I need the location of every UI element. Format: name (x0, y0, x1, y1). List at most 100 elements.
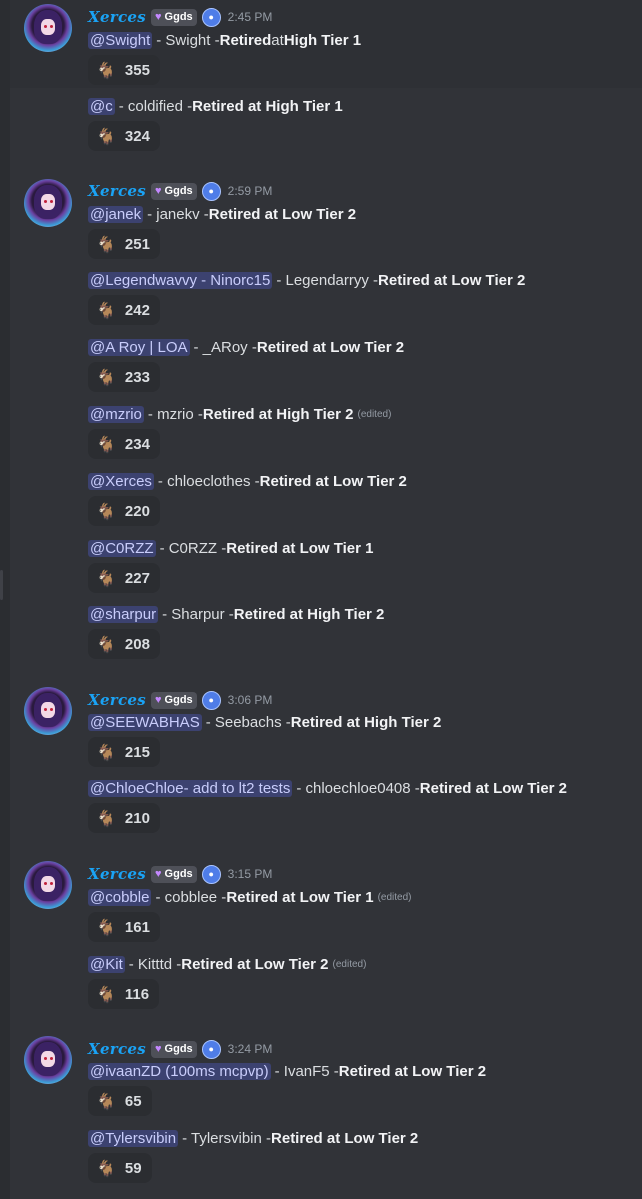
reaction-button[interactable]: 🐐 116 (88, 979, 160, 1009)
app-badge-icon[interactable]: ● (201, 864, 221, 884)
message-text: @Legendwavvy - Ninorc15 - Legendarryy - … (88, 271, 526, 289)
reaction-button[interactable]: 🐐 208 (88, 629, 160, 659)
timestamp[interactable]: 3:06 PM (228, 693, 273, 707)
username[interactable]: Xerces (88, 691, 146, 709)
user-mention[interactable]: @mzrio (88, 405, 144, 423)
message-text: @SEEWABHAS - Seebachs - Retired at High … (88, 713, 442, 731)
username[interactable]: Xerces (88, 8, 146, 26)
user-mention[interactable]: @SEEWABHAS (88, 713, 202, 731)
guild-tag[interactable]: ♥ Ggds (151, 691, 197, 709)
message-header: Xerces ♥ Ggds ● 3:06 PM (88, 689, 272, 711)
message-header: Xerces ♥ Ggds ● 2:45 PM (88, 6, 272, 28)
user-mention[interactable]: @Swight (88, 31, 153, 49)
reaction-button[interactable]: 🐐 59 (88, 1153, 152, 1183)
goat-emoji: 🐐 (96, 1158, 116, 1178)
timestamp[interactable]: 2:45 PM (228, 10, 273, 24)
user-mention[interactable]: @Tylersvibin (88, 1129, 179, 1147)
scroll-indicator[interactable] (0, 570, 3, 600)
goat-emoji: 🐐 (96, 917, 116, 937)
reaction-button[interactable]: 🐐 220 (88, 496, 160, 526)
message-text: @A Roy | LOA - _ARoy - Retired at Low Ti… (88, 338, 405, 356)
message-text: @Swight - Swight - Retired at High Tier … (88, 31, 362, 49)
user-mention[interactable]: @cobble (88, 888, 152, 906)
reaction-button[interactable]: 🐐 324 (88, 121, 160, 151)
reaction-button[interactable]: 🐐 234 (88, 429, 160, 459)
guild-tag[interactable]: ♥ Ggds (151, 182, 197, 200)
guild-tag[interactable]: ♥ Ggds (151, 1040, 197, 1058)
user-mention[interactable]: @A Roy | LOA (88, 338, 190, 356)
avatar[interactable] (24, 4, 72, 52)
goat-emoji: 🐐 (96, 984, 116, 1004)
avatar[interactable] (24, 687, 72, 735)
avatar[interactable] (24, 861, 72, 909)
timestamp[interactable]: 3:15 PM (228, 867, 273, 881)
goat-emoji: 🐐 (96, 568, 116, 588)
reaction-button[interactable]: 🐐 242 (88, 295, 160, 325)
avatar[interactable] (24, 179, 72, 227)
reaction-count: 220 (124, 502, 150, 520)
message-text: @ivaanZD (100ms mcpvp) - IvanF5 - Retire… (88, 1062, 487, 1080)
goat-emoji: 🐐 (96, 367, 116, 387)
heart-icon: ♥ (155, 1043, 162, 1055)
message-text: @C0RZZ - C0RZZ - Retired at Low Tier 1 (88, 539, 374, 557)
reaction-button[interactable]: 🐐 355 (88, 55, 160, 85)
message-text: @mzrio - mzrio - Retired at High Tier 2(… (88, 405, 392, 423)
reaction-count: 161 (124, 918, 150, 936)
app-badge-icon[interactable]: ● (201, 690, 221, 710)
user-mention[interactable]: @janek (88, 205, 144, 223)
reaction-count: 324 (124, 127, 150, 145)
user-mention[interactable]: @Xerces (88, 472, 154, 490)
goat-emoji: 🐐 (96, 634, 116, 654)
username[interactable]: Xerces (88, 1040, 146, 1058)
guild-tag[interactable]: ♥ Ggds (151, 8, 197, 26)
goat-emoji: 🐐 (96, 1091, 116, 1111)
goat-emoji: 🐐 (96, 742, 116, 762)
edited-label: (edited) (377, 891, 412, 903)
goat-emoji: 🐐 (96, 808, 116, 828)
reaction-count: 116 (124, 985, 150, 1003)
goat-emoji: 🐐 (96, 126, 116, 146)
reaction-button[interactable]: 🐐 161 (88, 912, 160, 942)
user-mention[interactable]: @c (88, 97, 115, 115)
username[interactable]: Xerces (88, 182, 146, 200)
heart-icon: ♥ (155, 694, 162, 706)
reaction-button[interactable]: 🐐 65 (88, 1086, 152, 1116)
timestamp[interactable]: 2:59 PM (228, 184, 273, 198)
reaction-count: 210 (124, 809, 150, 827)
username[interactable]: Xerces (88, 865, 146, 883)
goat-emoji: 🐐 (96, 60, 116, 80)
reaction-count: 233 (124, 368, 150, 386)
timestamp[interactable]: 3:24 PM (228, 1042, 273, 1056)
message-header: Xerces ♥ Ggds ● 2:59 PM (88, 180, 272, 202)
reaction-count: 215 (124, 743, 150, 761)
reaction-count: 234 (124, 435, 150, 453)
reaction-button[interactable]: 🐐 251 (88, 229, 160, 259)
goat-emoji: 🐐 (96, 501, 116, 521)
heart-icon: ♥ (155, 185, 162, 197)
message-text: @cobble - cobblee - Retired at Low Tier … (88, 888, 412, 906)
user-mention[interactable]: @sharpur (88, 605, 159, 623)
reaction-button[interactable]: 🐐 215 (88, 737, 160, 767)
message-text: @ChloeChloe- add to lt2 tests - chloechl… (88, 779, 568, 797)
message-text: @Kit - Kitttd - Retired at Low Tier 2 (ed… (88, 955, 367, 973)
user-mention[interactable]: @ivaanZD (100ms mcpvp) (88, 1062, 271, 1080)
app-badge-icon[interactable]: ● (201, 1039, 221, 1059)
reaction-count: 251 (124, 235, 150, 253)
edited-label: (edited) (357, 408, 392, 420)
edited-label: (edited) (332, 958, 367, 970)
user-mention[interactable]: @Legendwavvy - Ninorc15 (88, 271, 273, 289)
app-badge-icon[interactable]: ● (201, 7, 221, 27)
user-mention[interactable]: @C0RZZ (88, 539, 156, 557)
app-badge-icon[interactable]: ● (201, 181, 221, 201)
user-mention[interactable]: @ChloeChloe- add to lt2 tests (88, 779, 293, 797)
message-text: @Xerces - chloeclothes - Retired at Low … (88, 472, 407, 490)
guild-tag[interactable]: ♥ Ggds (151, 865, 197, 883)
user-mention[interactable]: @Kit (88, 955, 125, 973)
goat-emoji: 🐐 (96, 434, 116, 454)
avatar[interactable] (24, 1036, 72, 1084)
reaction-button[interactable]: 🐐 210 (88, 803, 160, 833)
reaction-count: 208 (124, 635, 150, 653)
message-text: @sharpur - Sharpur - Retired at High Tie… (88, 605, 385, 623)
reaction-button[interactable]: 🐐 233 (88, 362, 160, 392)
reaction-button[interactable]: 🐐 227 (88, 563, 160, 593)
